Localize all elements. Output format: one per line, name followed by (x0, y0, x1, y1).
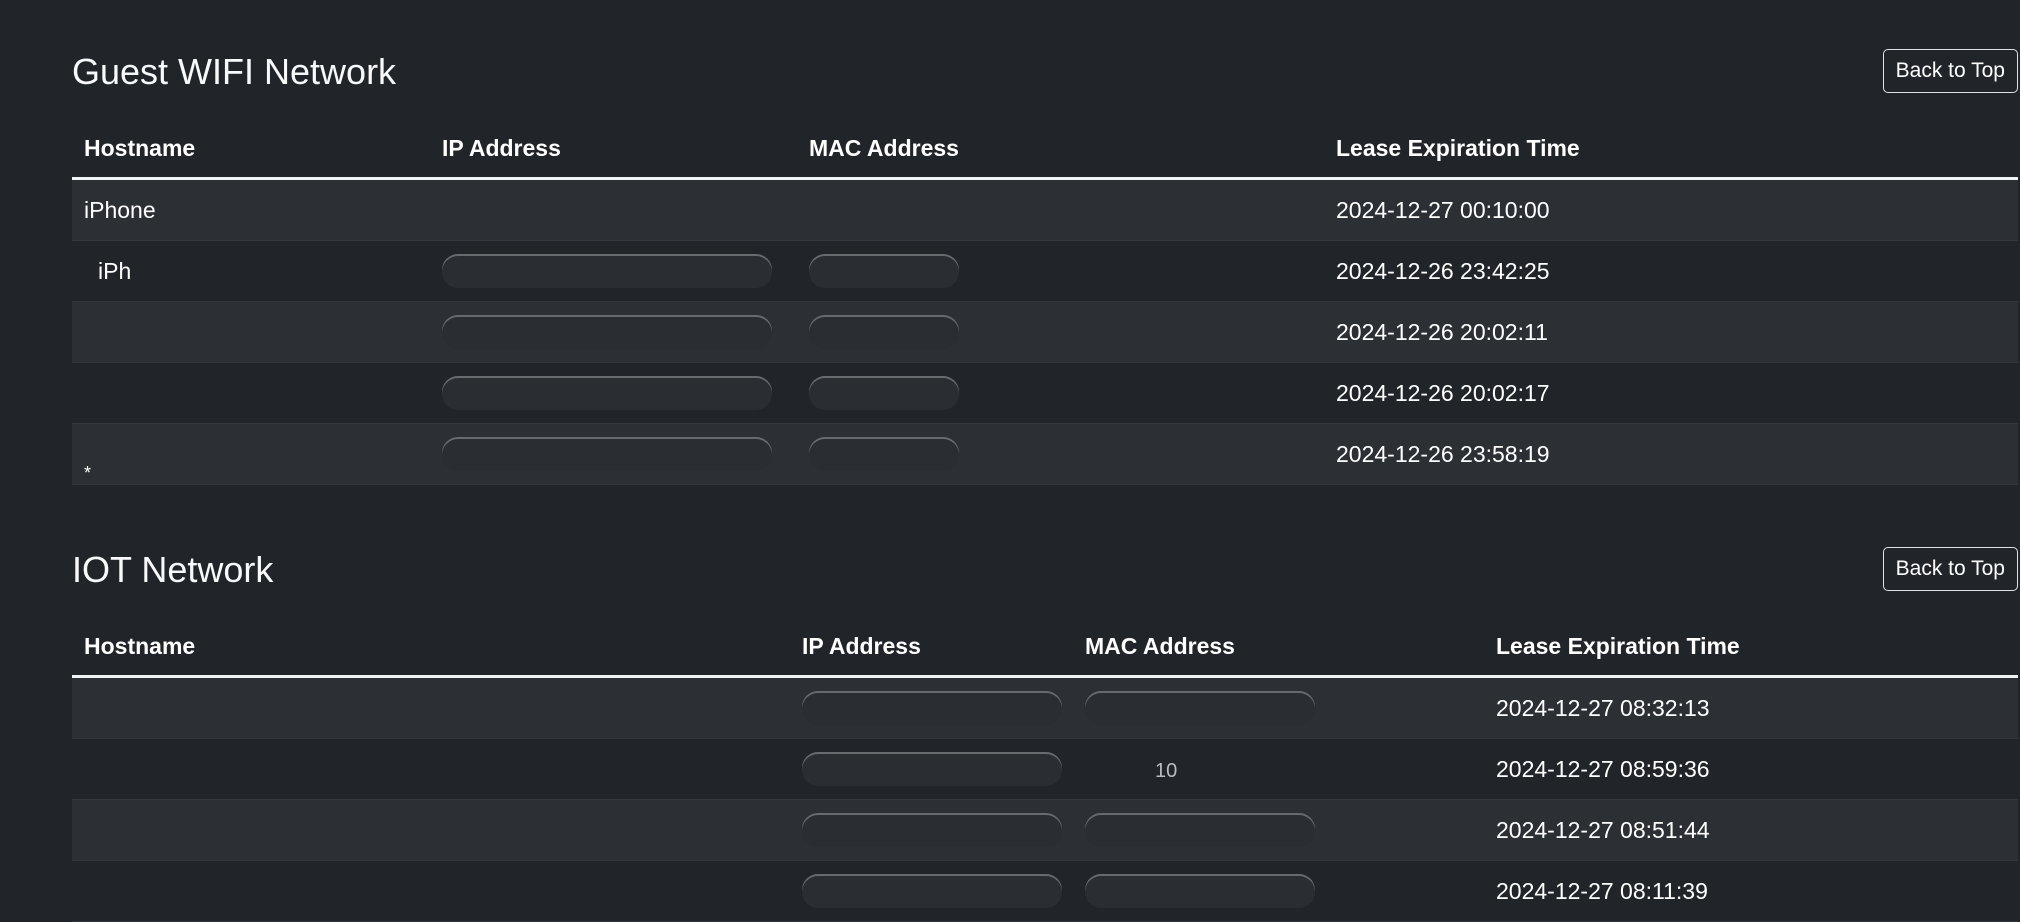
hostname-cell (72, 738, 790, 800)
lease-expiration-cell: 2024-12-26 20:02:17 (1324, 362, 2018, 424)
guest-network-section: Guest WIFI Network Back to Top Hostname … (72, 40, 2018, 485)
table-row: iPhone 2024-12-27 00:10:00 (72, 178, 2018, 241)
hostname-text: iPh (98, 257, 132, 284)
lease-expiration-cell: 2024-12-26 20:02:11 (1324, 301, 2018, 363)
lease-expiration-cell: 2024-12-26 23:58:19 (1324, 423, 2018, 485)
ip-cell (430, 362, 797, 424)
mac-cell (797, 240, 1324, 302)
mac-cell: 10 (1073, 738, 1484, 800)
table-row: 2024-12-26 20:02:11 (72, 301, 2018, 363)
redaction-mark (442, 254, 772, 288)
mac-cell (1073, 860, 1484, 922)
redaction-mark (809, 437, 959, 471)
column-header-lease-expiration[interactable]: Lease Expiration Time (1324, 119, 2018, 180)
lease-expiration-cell: 2024-12-27 08:59:36 (1484, 738, 2018, 800)
redaction-mark (802, 691, 1062, 725)
redaction-mark (809, 315, 959, 349)
hostname-cell (72, 799, 790, 861)
mac-cell (1073, 799, 1484, 861)
hostname-cell: * (72, 423, 430, 485)
iot-network-section: IOT Network Back to Top Hostname IP Addr… (72, 538, 2018, 922)
ip-cell (430, 301, 797, 363)
ip-cell (430, 423, 797, 485)
redaction-mark (442, 376, 772, 410)
lease-expiration-cell: 2024-12-27 08:51:44 (1484, 799, 2018, 861)
table-header-row: Hostname IP Address MAC Address Lease Ex… (72, 617, 2018, 678)
redaction-mark (802, 874, 1062, 908)
ip-cell (430, 240, 797, 302)
mac-cell (797, 301, 1324, 363)
hostname-cell (72, 301, 430, 363)
hostname-cell: iPh (72, 240, 430, 302)
ip-cell (790, 676, 1073, 739)
section-title: Guest WIFI Network (72, 51, 397, 92)
table-row: 2024-12-27 08:32:13 (72, 676, 2018, 739)
guest-lease-table: Hostname IP Address MAC Address Lease Ex… (72, 119, 2018, 485)
redaction-mark (1085, 691, 1315, 725)
ip-cell (430, 178, 797, 241)
column-header-lease-expiration[interactable]: Lease Expiration Time (1484, 617, 2018, 678)
hostname-cell (72, 362, 430, 424)
lease-expiration-cell: 2024-12-26 23:42:25 (1324, 240, 2018, 302)
mac-cell (1073, 676, 1484, 739)
column-header-hostname[interactable]: Hostname (72, 119, 430, 180)
column-header-ip-address[interactable]: IP Address (430, 119, 797, 180)
table-header-row: Hostname IP Address MAC Address Lease Ex… (72, 119, 2018, 180)
redaction-mark (442, 437, 772, 471)
redaction-mark (802, 752, 1062, 786)
lease-expiration-cell: 2024-12-27 08:32:13 (1484, 676, 2018, 739)
mac-cell (797, 362, 1324, 424)
ip-cell (790, 799, 1073, 861)
redaction-mark (809, 254, 959, 288)
hostname-cell (72, 860, 790, 922)
redaction-mark (1085, 813, 1315, 847)
ip-cell (790, 738, 1073, 800)
table-row: 10 2024-12-27 08:59:36 (72, 738, 2018, 800)
column-header-mac-address[interactable]: MAC Address (1073, 617, 1484, 678)
hostname-cell (72, 676, 790, 739)
ip-cell (790, 860, 1073, 922)
redaction-mark (1085, 874, 1315, 908)
iot-network-header: IOT Network Back to Top (72, 538, 2018, 598)
iot-lease-table: Hostname IP Address MAC Address Lease Ex… (72, 617, 2018, 922)
lease-expiration-cell: 2024-12-27 08:11:39 (1484, 860, 2018, 922)
column-header-hostname[interactable]: Hostname (72, 617, 790, 678)
table-row: 2024-12-27 08:11:39 (72, 860, 2018, 922)
section-title: IOT Network (72, 549, 274, 590)
back-to-top-button[interactable]: Back to Top (1882, 49, 2018, 93)
guest-network-header: Guest WIFI Network Back to Top (72, 40, 2018, 100)
table-row: * 2024-12-26 23:58:19 (72, 423, 2018, 485)
redaction-mark (802, 813, 1062, 847)
column-header-ip-address[interactable]: IP Address (790, 617, 1073, 678)
mac-text: 10 (1155, 759, 1178, 782)
hostname-cell: iPhone (72, 178, 430, 241)
mac-cell (797, 178, 1324, 241)
column-header-mac-address[interactable]: MAC Address (797, 119, 1324, 180)
redaction-mark (442, 315, 772, 349)
back-to-top-button[interactable]: Back to Top (1882, 547, 2018, 591)
lease-expiration-cell: 2024-12-27 00:10:00 (1324, 178, 2018, 241)
redaction-mark (809, 376, 959, 410)
mac-cell (797, 423, 1324, 485)
table-row: 2024-12-26 20:02:17 (72, 362, 2018, 424)
table-row: iPh 2024-12-26 23:42:25 (72, 240, 2018, 302)
table-row: 2024-12-27 08:51:44 (72, 799, 2018, 861)
